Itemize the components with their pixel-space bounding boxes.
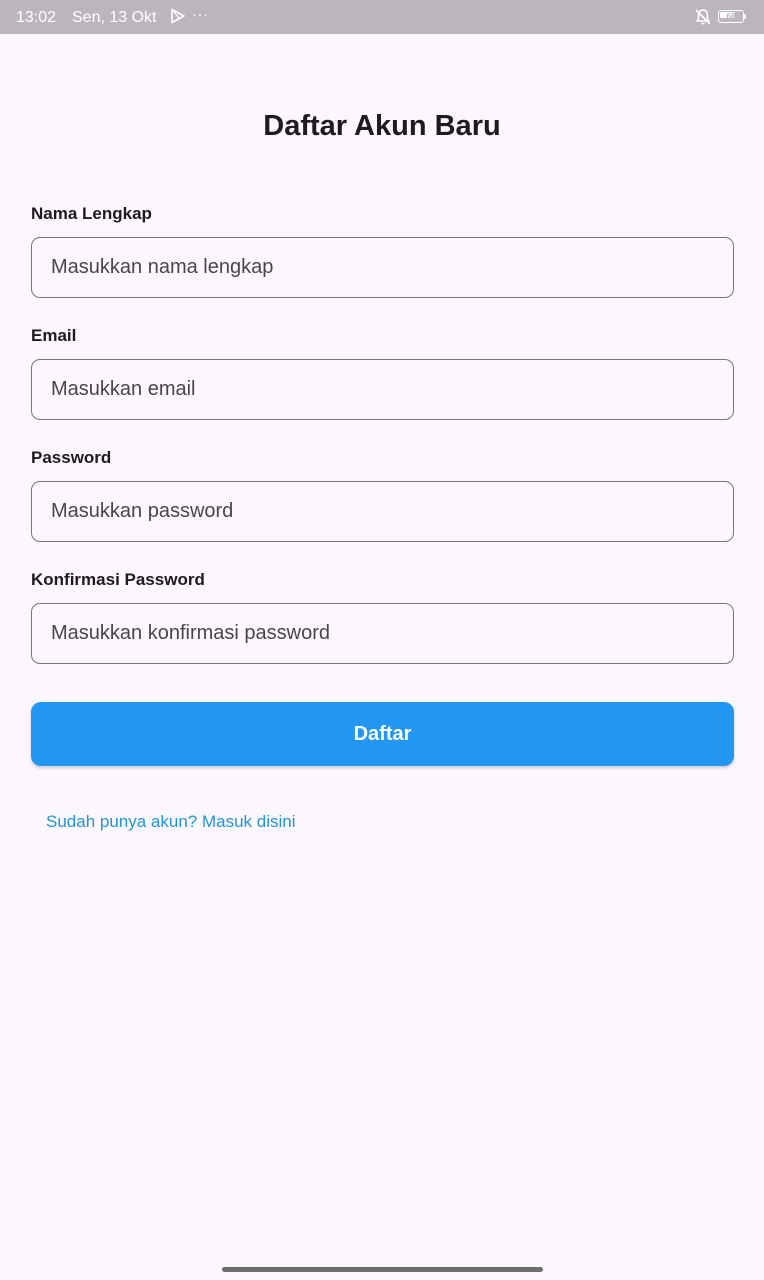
battery-icon: 68 bbox=[718, 10, 746, 23]
password-input[interactable] bbox=[31, 481, 734, 542]
password-label: Password bbox=[31, 448, 112, 467]
full-name-input[interactable] bbox=[31, 237, 734, 298]
full-name-label: Nama Lengkap bbox=[31, 204, 152, 223]
page-title: Daftar Akun Baru bbox=[263, 110, 501, 142]
battery-level: 68 bbox=[726, 12, 736, 21]
status-date: Sen, 13 Okt bbox=[72, 9, 157, 26]
status-time: 13:02 bbox=[16, 9, 57, 26]
gesture-nav-handle[interactable] bbox=[222, 1267, 543, 1272]
bell-muted-icon bbox=[695, 9, 711, 25]
status-bar: 13:02 Sen, 13 Okt ··· 68 bbox=[0, 0, 764, 34]
register-button[interactable]: Daftar bbox=[31, 702, 734, 766]
play-store-icon bbox=[171, 8, 185, 24]
login-link[interactable]: Sudah punya akun? Masuk disini bbox=[46, 812, 296, 832]
email-label: Email bbox=[31, 326, 77, 345]
email-input[interactable] bbox=[31, 359, 734, 420]
confirm-password-input[interactable] bbox=[31, 603, 734, 664]
more-notifications-icon: ··· bbox=[192, 6, 209, 22]
confirm-password-label: Konfirmasi Password bbox=[31, 570, 205, 589]
